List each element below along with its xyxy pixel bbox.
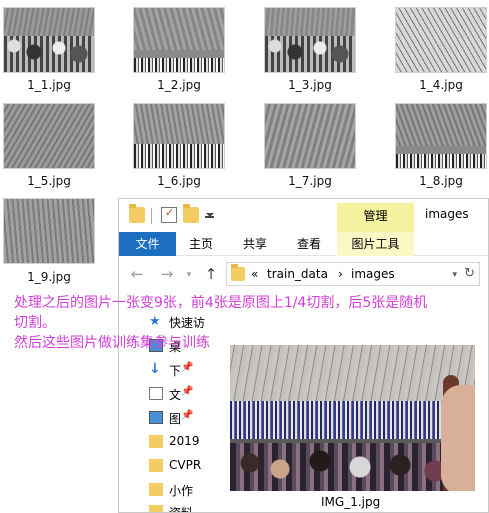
window-title: images xyxy=(425,207,469,221)
nav-item-label: 2019 xyxy=(169,434,200,448)
customize-quick-access-icon[interactable] xyxy=(205,209,214,218)
back-arrow-icon[interactable]: ← xyxy=(129,265,145,283)
pictures-icon xyxy=(149,411,163,424)
thumbnail-label: 1_6.jpg xyxy=(157,174,201,188)
photo-face xyxy=(441,385,475,491)
forward-arrow-icon[interactable]: → xyxy=(159,265,175,283)
thumbnail-1-7[interactable] xyxy=(264,103,356,169)
annotation-line-1: 处理之后的图片一张变9张，前4张是原图上1/4切割，后5张是随机 xyxy=(14,295,428,311)
thumbnail-1-2[interactable] xyxy=(133,7,225,73)
thumbnail-1-3[interactable] xyxy=(264,7,356,73)
tab-manage[interactable]: 管理 xyxy=(337,203,414,232)
address-dropdown-icon[interactable]: ▾ xyxy=(452,270,457,280)
annotation-line-3: 然后这些图片做训练集参与训练 xyxy=(14,335,210,351)
thumbnail-label: 1_2.jpg xyxy=(157,78,201,92)
thumbnail-label: 1_1.jpg xyxy=(27,78,71,92)
breadcrumb-chevrons[interactable]: « xyxy=(251,267,258,281)
recent-locations-icon[interactable]: ▾ xyxy=(181,270,197,280)
folder-icon xyxy=(149,459,163,472)
thumbnail-label: 1_8.jpg xyxy=(419,174,463,188)
thumbnail-label: 1_9.jpg xyxy=(27,270,71,284)
new-folder-icon[interactable] xyxy=(183,204,199,223)
thumbnail-label: 1_5.jpg xyxy=(27,174,71,188)
breadcrumb-images[interactable]: images xyxy=(351,267,395,281)
thumbnail-1-1[interactable] xyxy=(3,7,95,73)
tab-picture-tools[interactable]: 图片工具 xyxy=(337,232,414,256)
nav-item-label: 文 xyxy=(169,388,182,402)
thumbnail-label: 1_3.jpg xyxy=(288,78,332,92)
folder-icon xyxy=(149,435,163,448)
thumbnail-1-6[interactable] xyxy=(133,103,225,169)
download-icon: ↓ xyxy=(149,361,161,377)
address-row: ← → ▾ ↑ « train_data › images ▾ ↻ xyxy=(119,261,488,287)
nav-item-label: 小作 xyxy=(169,484,194,498)
thumbnail-1-8[interactable] xyxy=(395,103,487,169)
up-arrow-icon[interactable]: ↑ xyxy=(203,265,219,283)
thumbnail-1-9[interactable] xyxy=(3,198,95,264)
divider xyxy=(151,208,152,224)
photo-crowd xyxy=(230,401,475,441)
refresh-icon[interactable]: ↻ xyxy=(464,266,475,281)
folder-icon xyxy=(129,204,145,223)
ribbon-tabs: 文件 主页 共享 查看 图片工具 xyxy=(119,232,488,256)
folder-icon xyxy=(149,505,163,512)
photo-foreground-people xyxy=(230,443,475,491)
navigation-pane: ★ 快速访 桌 ↓ 下 📌 文 📌 图 📌 2019 CVPR 小作 资料 xyxy=(119,299,206,513)
folder-icon xyxy=(149,483,163,496)
nav-item-label: 下 xyxy=(169,364,182,378)
tab-share[interactable]: 共享 xyxy=(235,232,275,256)
nav-item-label: 资料 xyxy=(169,506,194,513)
nav-item-label: 图 xyxy=(169,412,182,426)
tab-view[interactable]: 查看 xyxy=(289,232,329,256)
thumbnail-1-4[interactable] xyxy=(395,7,487,73)
explorer-window: 管理 images 文件 主页 共享 查看 图片工具 ← → ▾ ↑ « tra… xyxy=(118,198,489,513)
thumbnail-label: 1_4.jpg xyxy=(419,78,463,92)
image-thumbnail-img-1[interactable] xyxy=(230,345,475,491)
title-bar: 管理 images xyxy=(119,199,488,232)
nav-item-label: 快速访 xyxy=(169,316,206,330)
tab-home[interactable]: 主页 xyxy=(181,232,221,256)
pin-icon: 📌 xyxy=(181,410,194,421)
star-icon: ★ xyxy=(149,314,161,329)
breadcrumb-separator[interactable]: › xyxy=(338,267,343,281)
folder-icon xyxy=(231,264,245,281)
annotation-line-2: 切割。 xyxy=(14,315,56,331)
document-icon xyxy=(149,387,163,400)
thumbnail-1-5[interactable] xyxy=(3,103,95,169)
address-bar[interactable]: « train_data › images ▾ ↻ xyxy=(226,262,480,286)
tab-file[interactable]: 文件 xyxy=(119,232,176,256)
breadcrumb-train-data[interactable]: train_data xyxy=(267,267,328,281)
nav-item-label: CVPR xyxy=(169,458,202,472)
file-name-label[interactable]: IMG_1.jpg xyxy=(321,495,380,509)
properties-icon[interactable] xyxy=(161,206,177,223)
thumbnail-label: 1_7.jpg xyxy=(288,174,332,188)
pin-icon: 📌 xyxy=(181,362,194,373)
pin-icon: 📌 xyxy=(181,386,194,397)
